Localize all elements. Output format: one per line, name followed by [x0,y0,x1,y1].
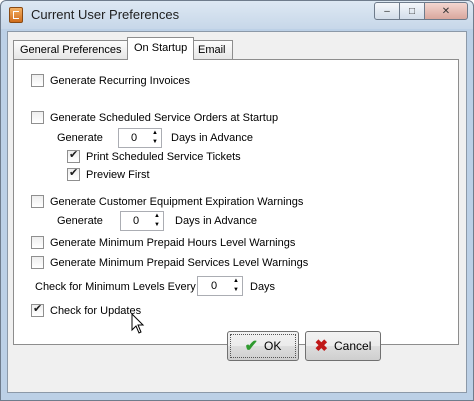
check-levels-value[interactable]: 0 [198,280,230,292]
tab-email[interactable]: Email [191,40,233,59]
mouse-cursor-icon [131,313,145,334]
preview-first-option[interactable]: Preview First [67,166,150,181]
check-updates-checkbox[interactable] [31,302,44,317]
prepaid-services-label: Generate Minimum Prepaid Services Level … [50,256,309,269]
spin-down-icon[interactable]: ▼ [230,286,242,295]
spin-up-icon[interactable]: ▲ [149,129,161,138]
service-days-suffix: Days in Advance [171,132,253,144]
spin-up-icon[interactable]: ▲ [230,277,242,286]
service-days-value[interactable]: 0 [119,132,149,144]
check-levels-spinner[interactable]: 0 ▲ ▼ [197,276,243,296]
title-bar[interactable]: Current User Preferences ‒ □ ✕ [1,1,473,29]
equipment-warnings-checkbox[interactable] [31,195,44,208]
maximize-button[interactable]: □ [399,2,425,20]
check-levels-suffix: Days [250,281,276,293]
recurring-invoices-option[interactable]: Generate Recurring Invoices [31,74,190,87]
x-icon: ✖ [314,338,329,355]
print-tickets-label: Print Scheduled Service Tickets [86,150,241,163]
preview-first-checkbox[interactable] [67,166,80,181]
scheduled-service-orders-checkbox[interactable] [31,111,44,124]
cancel-label: Cancel [334,339,372,353]
app-icon [9,7,23,23]
preferences-window: Current User Preferences ‒ □ ✕ General P… [0,0,474,401]
service-generate-label: Generate [57,132,103,144]
spin-down-icon[interactable]: ▼ [151,221,163,230]
ok-button[interactable]: ✔ OK [227,331,299,361]
prepaid-services-checkbox[interactable] [31,256,44,269]
ok-label: OK [264,339,282,353]
preview-first-label: Preview First [86,168,150,181]
minimize-button[interactable]: ‒ [374,2,400,20]
service-days-spinner[interactable]: 0 ▲ ▼ [118,128,162,148]
print-tickets-option[interactable]: Print Scheduled Service Tickets [67,148,241,163]
spin-down-icon[interactable]: ▼ [149,138,161,147]
prepaid-hours-label: Generate Minimum Prepaid Hours Level War… [50,236,296,249]
checkmark-icon: ✔ [244,338,259,355]
close-button[interactable]: ✕ [424,2,468,20]
equipment-days-value[interactable]: 0 [121,215,151,227]
check-levels-label: Check for Minimum Levels Every [35,281,196,293]
window-title: Current User Preferences [31,7,180,22]
tab-general-preferences[interactable]: General Preferences [13,40,129,59]
check-updates-option[interactable]: Check for Updates [31,302,142,317]
recurring-invoices-checkbox[interactable] [31,74,44,87]
cancel-button[interactable]: ✖ Cancel [305,331,381,361]
equipment-days-spinner[interactable]: 0 ▲ ▼ [120,211,164,231]
equipment-generate-label: Generate [57,215,103,227]
check-updates-label: Check for Updates [50,304,142,317]
print-tickets-checkbox[interactable] [67,148,80,163]
prepaid-hours-option[interactable]: Generate Minimum Prepaid Hours Level War… [31,236,295,249]
equipment-warnings-option[interactable]: Generate Customer Equipment Expiration W… [31,195,303,208]
on-startup-panel: Generate Recurring Invoices Generate Sch… [13,59,459,345]
spin-up-icon[interactable]: ▲ [151,212,163,221]
recurring-invoices-label: Generate Recurring Invoices [50,74,191,87]
prepaid-services-option[interactable]: Generate Minimum Prepaid Services Level … [31,256,308,269]
tab-on-startup[interactable]: On Startup [127,37,195,60]
equipment-warnings-label: Generate Customer Equipment Expiration W… [50,195,304,208]
prepaid-hours-checkbox[interactable] [31,236,44,249]
equipment-days-suffix: Days in Advance [175,215,257,227]
scheduled-service-orders-option[interactable]: Generate Scheduled Service Orders at Sta… [31,111,278,124]
focus-rectangle [230,334,296,358]
scheduled-service-orders-label: Generate Scheduled Service Orders at Sta… [50,111,279,124]
